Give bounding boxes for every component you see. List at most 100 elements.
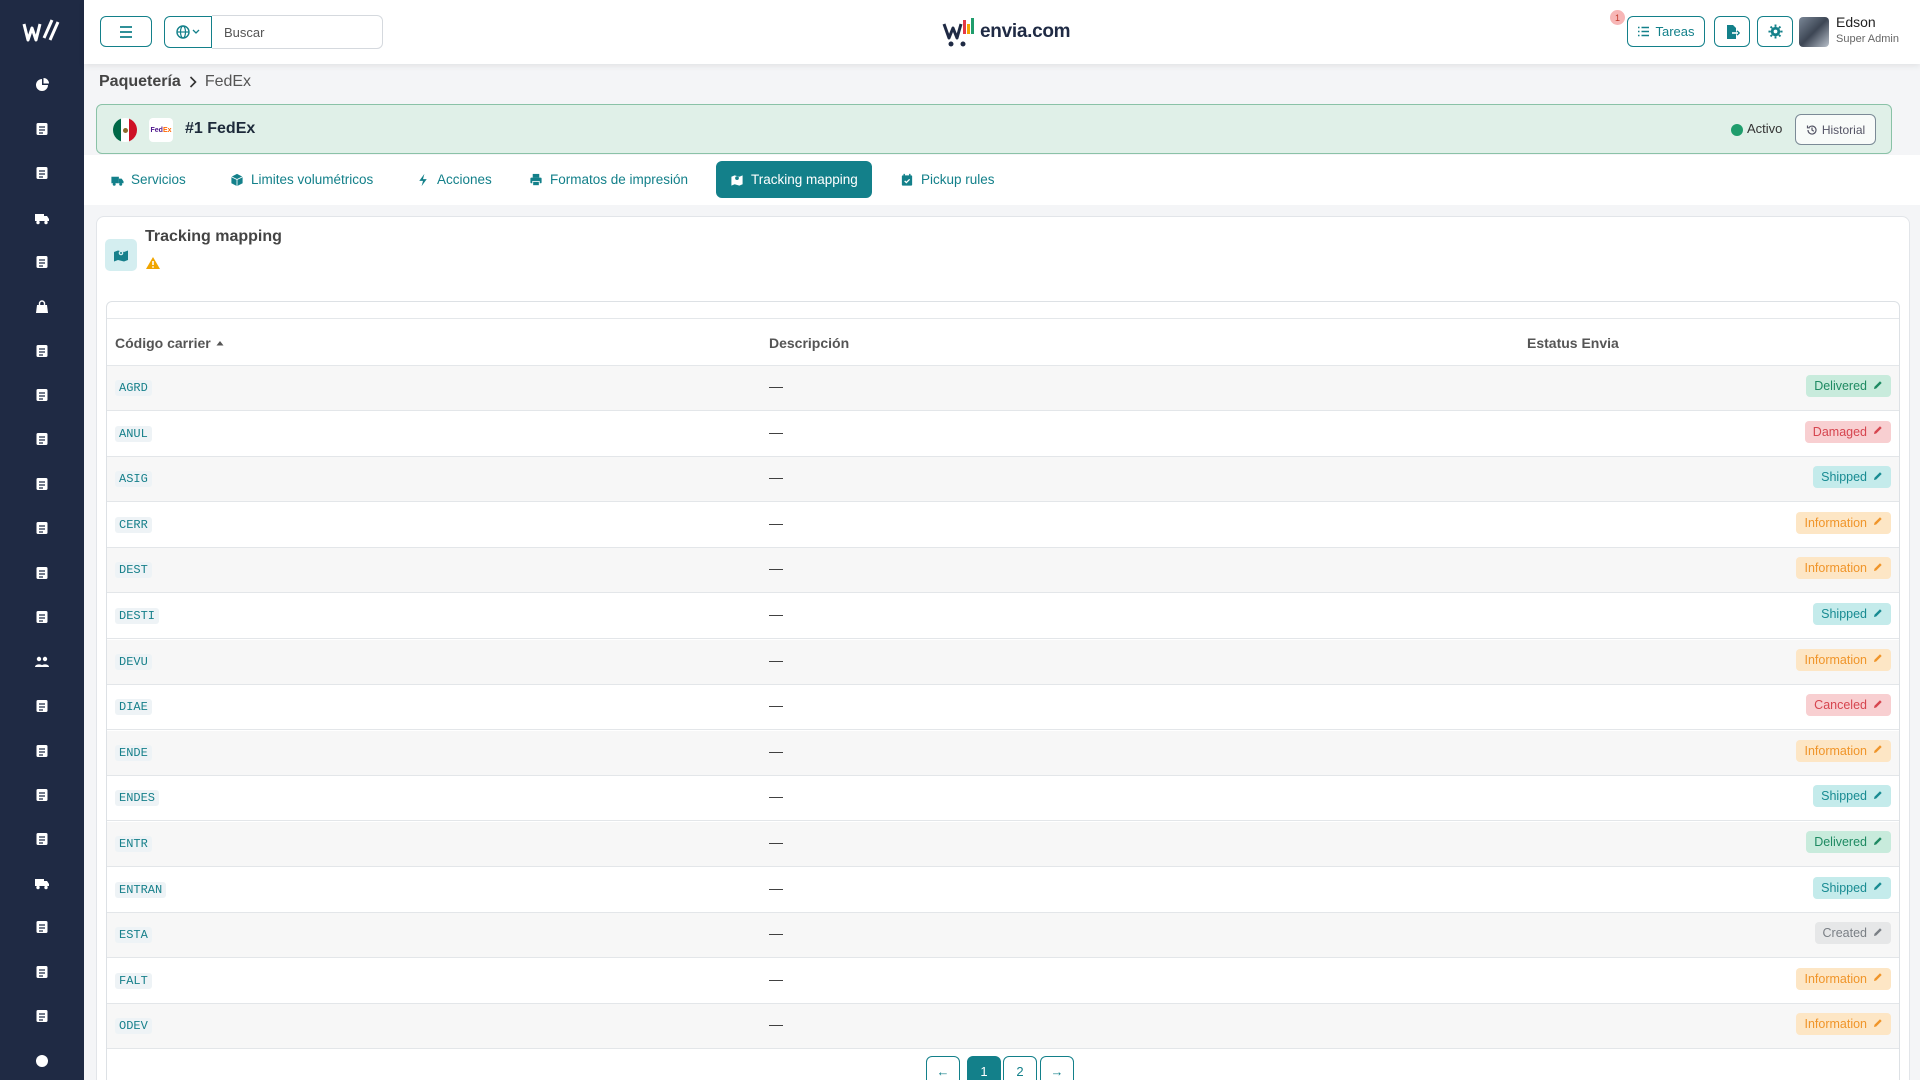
id-badge-icon[interactable] xyxy=(32,119,52,139)
status-badge[interactable]: Damaged xyxy=(1804,420,1891,443)
id-card-icon[interactable] xyxy=(32,563,52,583)
column-header-description[interactable]: Descripción xyxy=(769,335,849,351)
pencil-icon[interactable] xyxy=(1873,790,1883,803)
hamburger-icon xyxy=(120,25,132,38)
pencil-icon[interactable] xyxy=(1873,653,1883,666)
store-icon[interactable] xyxy=(32,607,52,627)
status-badge[interactable]: Shipped xyxy=(1813,785,1891,808)
page-2-button[interactable]: 2 xyxy=(1003,1056,1037,1080)
breadcrumb-root[interactable]: Paquetería xyxy=(99,73,181,91)
search-input[interactable] xyxy=(212,15,383,49)
ticket-icon[interactable] xyxy=(32,962,52,982)
next-page-button[interactable]: → xyxy=(1040,1056,1074,1080)
carrier-code: ANUL xyxy=(115,425,152,442)
status-badge[interactable]: Information xyxy=(1796,648,1891,671)
description: — xyxy=(769,469,783,486)
shipping-truck-icon[interactable] xyxy=(32,873,52,893)
logout-button[interactable] xyxy=(1714,16,1750,47)
tab-pickup-rules[interactable]: Pickup rules xyxy=(886,161,1009,198)
status-badge[interactable]: Shipped xyxy=(1813,466,1891,489)
prev-page-button[interactable]: ← xyxy=(926,1056,960,1080)
doc-lines-icon[interactable] xyxy=(32,917,52,937)
carrier-code: ENDE xyxy=(115,744,152,761)
description: — xyxy=(769,423,783,440)
carrier-code: ENDES xyxy=(115,790,160,807)
status-badge[interactable]: Information xyxy=(1796,967,1891,990)
active-status-dot xyxy=(1731,124,1743,136)
file-export-icon xyxy=(1727,24,1740,39)
column-header-code[interactable]: Código carrier xyxy=(115,335,224,351)
table-row: DIAE — Canceled xyxy=(107,685,1899,731)
status-badge[interactable]: Canceled xyxy=(1806,694,1891,717)
description: — xyxy=(769,1016,783,1033)
card-icon[interactable] xyxy=(32,474,52,494)
tab-formatos-de-impresión[interactable]: Formatos de impresión xyxy=(515,161,702,198)
pencil-icon[interactable] xyxy=(1873,836,1883,849)
pencil-icon[interactable] xyxy=(1873,516,1883,529)
status-badge[interactable]: Shipped xyxy=(1813,876,1891,899)
status-badge[interactable]: Information xyxy=(1796,511,1891,534)
status-badge[interactable]: Information xyxy=(1796,1013,1891,1036)
mexico-flag-icon xyxy=(113,118,137,142)
brand-logo[interactable]: envia.com xyxy=(942,14,1071,50)
sidebar xyxy=(0,0,84,1080)
pencil-icon[interactable] xyxy=(1873,380,1883,393)
truck-icon[interactable] xyxy=(32,208,52,228)
status-badge[interactable]: Delivered xyxy=(1806,375,1891,397)
pencil-icon[interactable] xyxy=(1873,744,1883,757)
tab-tracking-mapping[interactable]: Tracking mapping xyxy=(716,161,872,198)
map-icon xyxy=(731,174,743,186)
status-label: Damaged xyxy=(1812,424,1867,439)
pencil-icon[interactable] xyxy=(1873,608,1883,621)
table-row: DESTI — Shipped xyxy=(107,594,1899,639)
contact-card-icon[interactable] xyxy=(32,696,52,716)
status-badge[interactable]: Information xyxy=(1796,739,1891,762)
table-row: ENDES — Shipped xyxy=(107,776,1899,822)
list-card-icon[interactable] xyxy=(32,785,52,805)
carrier-code: DESTI xyxy=(115,608,160,624)
bag-icon[interactable] xyxy=(32,297,52,317)
tab-acciones[interactable]: Acciones xyxy=(402,161,506,198)
pencil-icon[interactable] xyxy=(1873,699,1883,712)
edit-doc-icon[interactable] xyxy=(32,741,52,761)
circle-icon[interactable] xyxy=(32,1051,52,1071)
status-badge[interactable]: Created xyxy=(1814,922,1891,945)
page-1-button[interactable]: 1 xyxy=(967,1056,1001,1080)
cash-icon[interactable] xyxy=(32,518,52,538)
language-selector[interactable] xyxy=(164,16,212,48)
app-logo-icon[interactable] xyxy=(20,14,64,50)
user-name[interactable]: Edson xyxy=(1836,14,1876,30)
pencil-icon[interactable] xyxy=(1873,972,1883,985)
x-box-icon[interactable] xyxy=(32,163,52,183)
status-label: Information xyxy=(1804,652,1867,667)
pencil-icon[interactable] xyxy=(1873,1018,1883,1031)
calendar-icon[interactable] xyxy=(32,252,52,272)
column-header-status[interactable]: Estatus Envia xyxy=(1527,335,1619,351)
pencil-icon[interactable] xyxy=(1873,425,1883,438)
pencil-icon[interactable] xyxy=(1873,471,1883,484)
money-icon[interactable] xyxy=(32,341,52,361)
table-row: ODEV — Information xyxy=(107,1004,1899,1050)
status-badge[interactable]: Delivered xyxy=(1806,831,1891,853)
pencil-icon[interactable] xyxy=(1873,881,1883,894)
pencil-icon[interactable] xyxy=(1873,927,1883,940)
table-row: DEVU — Information xyxy=(107,639,1899,685)
document-icon[interactable] xyxy=(32,385,52,405)
tab-servicios[interactable]: Servicios xyxy=(96,161,200,198)
status-badge[interactable]: Shipped xyxy=(1813,603,1891,625)
status-label: Shipped xyxy=(1821,880,1867,895)
users-icon[interactable] xyxy=(32,652,52,672)
history-button[interactable]: Historial xyxy=(1795,114,1876,145)
user-avatar[interactable] xyxy=(1799,17,1829,47)
menu-toggle-button[interactable] xyxy=(100,16,152,47)
tab-limites-volumétricos[interactable]: Limites volumétricos xyxy=(216,161,387,198)
pencil-icon[interactable] xyxy=(1873,562,1883,575)
file-text-icon[interactable] xyxy=(32,1006,52,1026)
tasks-button[interactable]: Tareas xyxy=(1627,16,1705,47)
status-label: Delivered xyxy=(1814,835,1867,849)
dashboard-icon[interactable] xyxy=(32,75,52,95)
invoice-icon[interactable] xyxy=(32,429,52,449)
status-badge[interactable]: Information xyxy=(1796,557,1891,580)
file-icon[interactable] xyxy=(32,829,52,849)
settings-button[interactable] xyxy=(1757,16,1793,47)
